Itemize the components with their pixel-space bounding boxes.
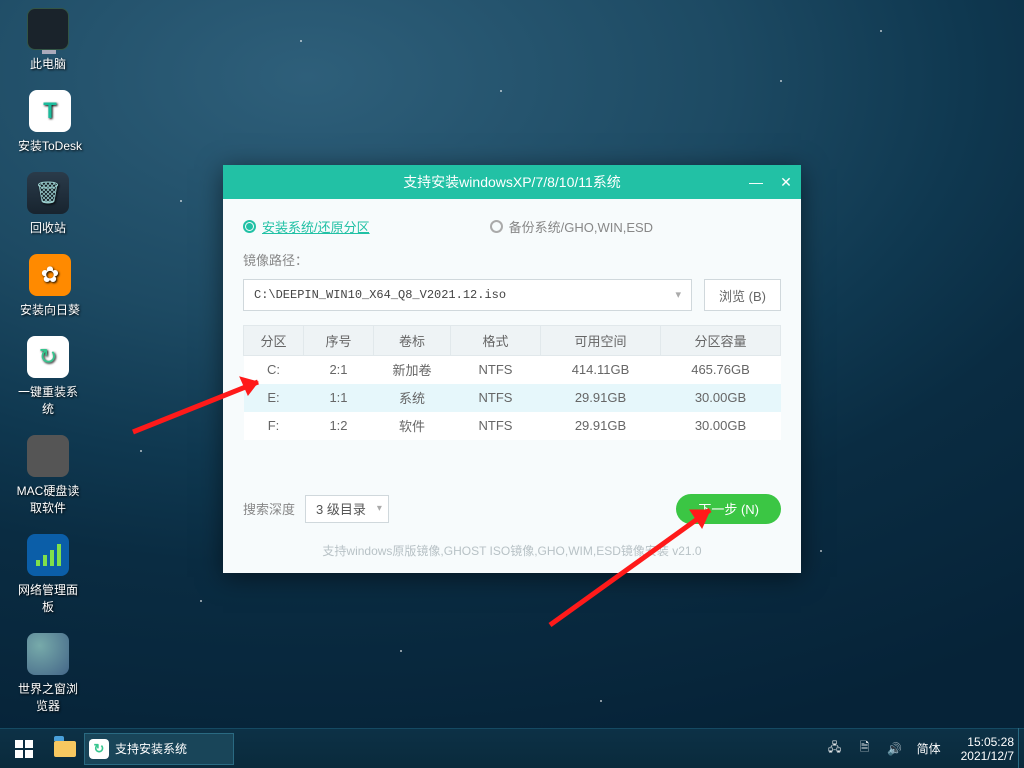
desktop-icon-label: 安装ToDesk: [16, 137, 84, 154]
mode-label: 备份系统/GHO,WIN,ESD: [509, 217, 653, 236]
mode-label: 安装系统/还原分区: [262, 217, 370, 236]
clock-date: 2021/12/7: [961, 749, 1014, 763]
taskbar: ↻ 支持安装系统 🖧 🗎 🔊 简体 15:05:28 2021/12/7: [0, 728, 1024, 768]
partition-table: 分区 序号 卷标 格式 可用空间 分区容量 C: 2:1 新加卷 NTFS 41…: [243, 325, 781, 440]
search-depth-value: 3 级目录: [316, 499, 366, 518]
browse-button[interactable]: 浏览 (B): [704, 279, 781, 311]
clock-time: 15:05:28: [961, 735, 1014, 749]
window-titlebar[interactable]: 支持安装windowsXP/7/8/10/11系统 — ✕: [223, 165, 801, 199]
network-bars-icon: [27, 534, 69, 576]
desktop-icon-one-key-reinstall[interactable]: ↻ 一键重装系统: [14, 336, 82, 417]
desktop-icon-net-panel[interactable]: 网络管理面板: [14, 534, 82, 615]
desktop-icon-install-sunflower[interactable]: ✿ 安装向日葵: [16, 254, 84, 318]
network-icon[interactable]: 🖧: [827, 738, 843, 759]
image-path-label: 镜像路径：: [243, 250, 781, 269]
next-button[interactable]: 下一步 (N): [676, 494, 781, 524]
table-row[interactable]: E: 1:1 系统 NTFS 29.91GB 30.00GB: [244, 384, 781, 412]
col-volume: 卷标: [374, 326, 451, 356]
desktop-icon-this-pc[interactable]: 此电脑: [14, 8, 82, 72]
chevron-down-icon: ▾: [377, 503, 382, 514]
file-explorer-task[interactable]: [48, 729, 82, 768]
desktop-icon-label: 世界之窗浏览器: [14, 680, 82, 714]
windows-logo-icon: [15, 740, 33, 758]
this-pc-icon: [27, 8, 69, 50]
image-path-value: C:\DEEPIN_WIN10_X64_Q8_V2021.12.iso: [254, 288, 506, 302]
col-partition: 分区: [244, 326, 304, 356]
search-depth-select[interactable]: 3 级目录 ▾: [305, 495, 389, 523]
folder-icon: [54, 741, 76, 757]
chevron-down-icon: ▾: [676, 288, 682, 302]
col-cap: 分区容量: [661, 326, 781, 356]
one-key-icon: ↻: [27, 336, 69, 378]
desktop-icon-label: 一键重装系统: [14, 383, 82, 417]
desktop-icon-label: 安装向日葵: [16, 301, 84, 318]
show-desktop-button[interactable]: [1018, 728, 1024, 768]
start-button[interactable]: [0, 729, 48, 768]
apple-icon: [27, 435, 69, 477]
volume-icon[interactable]: 🔊: [887, 742, 903, 756]
fine-print: 支持windows原版镜像,GHOST ISO镜像,GHO,WIM,ESD镜像安…: [243, 542, 781, 559]
action-center-icon[interactable]: 🗎: [857, 738, 873, 759]
close-button[interactable]: ✕: [779, 174, 793, 191]
image-path-combo[interactable]: C:\DEEPIN_WIN10_X64_Q8_V2021.12.iso ▾: [243, 279, 692, 311]
active-task-label: 支持安装系统: [115, 740, 187, 757]
desktop-icon-label: MAC硬盘读取软件: [14, 482, 82, 516]
window-title: 支持安装windowsXP/7/8/10/11系统: [403, 172, 621, 192]
trash-icon: 🗑: [27, 172, 69, 214]
desktop-icon-label: 网络管理面板: [14, 581, 82, 615]
installer-window: 支持安装windowsXP/7/8/10/11系统 — ✕ 安装系统/还原分区 …: [223, 165, 801, 573]
active-task-installer[interactable]: ↻ 支持安装系统: [84, 733, 234, 765]
system-tray: 🖧 🗎 🔊 简体 15:05:28 2021/12/7: [827, 735, 1024, 763]
installer-task-icon: ↻: [89, 739, 109, 759]
radio-on-icon: [243, 220, 256, 233]
col-fs: 格式: [451, 326, 541, 356]
desktop-icon-recycle-bin[interactable]: 🗑 回收站: [14, 172, 82, 236]
table-row[interactable]: F: 1:2 软件 NTFS 29.91GB 30.00GB: [244, 412, 781, 440]
radio-off-icon: [490, 220, 503, 233]
search-depth-label: 搜索深度: [243, 499, 295, 518]
taskbar-clock[interactable]: 15:05:28 2021/12/7: [955, 735, 1014, 763]
desktop-icon-label: 此电脑: [14, 55, 82, 72]
sunflower-icon: ✿: [29, 254, 71, 296]
globe-icon: [27, 633, 69, 675]
todesk-icon: T: [29, 90, 71, 132]
desktop-icon-mac-disk-reader[interactable]: MAC硬盘读取软件: [14, 435, 82, 516]
col-index: 序号: [304, 326, 374, 356]
col-free: 可用空间: [541, 326, 661, 356]
desktop-icon-label: 回收站: [14, 219, 82, 236]
ime-indicator[interactable]: 简体: [917, 740, 941, 757]
desktop-icon-world-browser[interactable]: 世界之窗浏览器: [14, 633, 82, 714]
mode-install-restore[interactable]: 安装系统/还原分区: [243, 217, 370, 236]
desktop-icon-install-todesk[interactable]: T 安装ToDesk: [16, 90, 84, 154]
desktop-icons: 此电脑 T 安装ToDesk 🗑 回收站 ✿ 安装向日葵 ↻ 一键重装系统 MA…: [14, 8, 154, 768]
mode-backup[interactable]: 备份系统/GHO,WIN,ESD: [490, 217, 653, 236]
minimize-button[interactable]: —: [749, 174, 763, 190]
table-row[interactable]: C: 2:1 新加卷 NTFS 414.11GB 465.76GB: [244, 356, 781, 384]
